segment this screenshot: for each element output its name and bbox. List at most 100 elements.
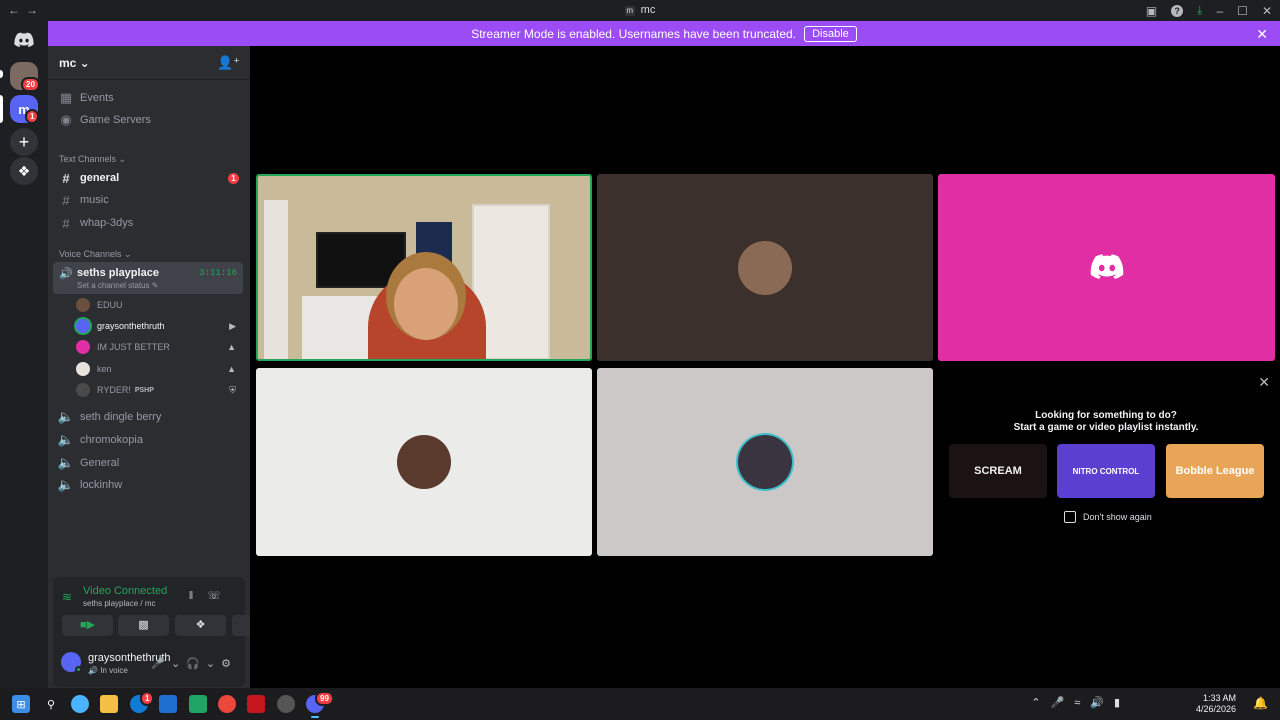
server-badge-2: 1 [25,109,40,124]
help-icon[interactable]: ? [1171,4,1184,17]
discover-icon[interactable]: ❖ [10,157,38,185]
voice-timer: 3:11:16 [199,268,237,278]
category-voice-channels[interactable]: Voice Channels ⌄ [59,249,132,260]
game-card-bobble-league[interactable]: Bobble League [1166,444,1264,498]
unread-badge: 1 [228,172,239,184]
voice-location[interactable]: seths playplace / mc [83,599,155,608]
voice-right-controls: ‖☏ [189,589,235,602]
voice-user[interactable]: RYDER! PSHP ⛨ [76,381,242,399]
voice-channel-general[interactable]: 🔈 General [53,453,243,473]
sidebar-item-events[interactable]: ▦ Events [53,88,243,108]
sidebar-item-label: Events [80,92,114,104]
activities-button[interactable]: ❖ [175,615,226,636]
add-server-icon[interactable]: + [10,128,38,156]
clock-date: 4/26/2026 [1195,704,1236,714]
microphone-icon[interactable]: 🎤 [151,658,171,670]
inbox-icon[interactable]: ▣ [1146,4,1157,18]
battery-icon[interactable]: ▮ [1114,697,1130,709]
download-icon[interactable]: ⤓ [1197,3,1202,18]
minimize-icon[interactable]: – [1216,4,1223,18]
game-title: SCREAM [974,465,1022,477]
poster [416,222,452,268]
acrobat-icon[interactable] [247,695,265,713]
channel-label: whap-3dys [80,217,134,229]
close-icon[interactable]: ✕ [1256,26,1268,43]
participant-tile[interactable] [256,368,592,556]
server-header[interactable]: mc ⌄ 👤⁺ [48,46,250,80]
clock[interactable]: 1:33 AM 4/26/2026 [1196,693,1236,715]
unread-pill [0,70,3,78]
participant-tile[interactable] [938,174,1275,361]
game-card-nitro-control[interactable]: NITRO CONTROL [1057,444,1155,498]
discord-home-icon[interactable] [10,26,38,54]
window-controls: ▣ ? ⤓ – ☐ ✕ [1146,3,1272,18]
webcam-feed [258,176,590,359]
title-bar: ←→ m mc ▣ ? ⤓ – ☐ ✕ [0,0,1280,21]
close-icon[interactable]: ✕ [1262,4,1272,18]
channel-label: general [80,172,120,184]
avatar [76,383,90,397]
voice-user[interactable]: IM JUST BETTER ▲ [76,338,242,356]
voice-channel-lockinhw[interactable]: 🔈 lockinhw [53,475,243,495]
voice-stage: ✕ Looking for something to do? Start a g… [250,46,1280,688]
app-icon[interactable] [277,695,295,713]
chevron-up-icon[interactable]: ⌃ [1031,697,1050,709]
start-icon[interactable]: ⊞ [12,695,30,713]
voice-channel-seth-dingle-berry[interactable]: 🔈 seth dingle berry [53,407,243,427]
voice-user[interactable]: graysonthethruth ▶ [76,317,242,335]
activity-title: Looking for something to do? [1035,410,1177,421]
microphone-icon[interactable]: 🎤 [1050,697,1074,709]
category-text-channels[interactable]: Text Channels ⌄ [59,154,126,165]
channel-label: seth dingle berry [80,411,162,423]
dont-show-checkbox[interactable] [1064,511,1076,523]
game-card-scream[interactable]: SCREAM [949,444,1047,498]
sheets-icon[interactable] [189,695,207,713]
console-icon: ▲ [227,342,236,352]
avatar [76,362,90,376]
search-icon[interactable]: ⚲ [42,695,60,713]
close-icon[interactable]: ✕ [1258,374,1270,391]
game-title: Bobble League [1175,465,1255,477]
discord-logo-icon [14,32,34,48]
channel-general[interactable]: # general 1 [53,168,243,188]
disconnect-icon[interactable]: ☏ [207,590,235,602]
sidebar-item-game-servers[interactable]: ◉ Game Servers [53,110,243,130]
disable-button[interactable]: Disable [804,25,857,42]
speaker-icon: 🔈 [57,477,75,492]
wifi-icon[interactable]: ≈ [1074,697,1090,709]
channel-whap-3dys[interactable]: # whap-3dys [53,213,243,233]
camera-button[interactable]: ■▶ [62,615,113,636]
category-label: Text Channels [59,154,117,164]
user-name: EDUU [97,300,123,310]
participant-tile[interactable] [597,368,933,556]
channel-status-link[interactable]: Set a channel status ✎ [77,281,158,290]
folder-icon[interactable] [100,695,118,713]
noise-icon[interactable]: ‖ [189,590,208,602]
notification-icon[interactable]: 🔔 [1253,696,1268,710]
avatar [738,435,792,489]
voice-user[interactable]: ken ▲ [76,360,242,378]
invite-icon[interactable]: 👤⁺ [217,55,240,71]
voice-channel-chromokopia[interactable]: 🔈 chromokopia [53,430,243,450]
sidebar-item-label: Game Servers [80,114,151,126]
copilot-icon[interactable] [71,695,89,713]
banner-message: Streamer Mode is enabled. Usernames have… [471,26,797,41]
volume-icon[interactable]: 🔊 [1090,697,1114,709]
voice-user[interactable]: EDUU [76,296,242,314]
store-icon[interactable] [159,695,177,713]
chevron-down-icon[interactable]: ⌄ [171,658,186,670]
guild-tag: PSHP [134,386,154,394]
gear-icon[interactable]: ⚙ [221,658,237,670]
window-title: m mc [0,4,1280,16]
streamer-mode-banner: Streamer Mode is enabled. Usernames have… [48,21,1280,46]
video-tile-speaking[interactable] [256,174,592,361]
screen-share-button[interactable]: ▩ [118,615,169,636]
channel-music[interactable]: # music [53,190,243,210]
participant-tile[interactable] [597,174,933,361]
maximize-icon[interactable]: ☐ [1237,4,1248,18]
voice-channel-seths-playplace[interactable]: 🔊 seths playplace 3:11:16 Set a channel … [53,262,243,294]
chevron-down-icon[interactable]: ⌄ [206,658,221,670]
signal-icon[interactable]: ≋ [62,590,72,604]
headphones-icon[interactable]: 🎧 [186,658,206,670]
chrome-icon[interactable] [218,695,236,713]
